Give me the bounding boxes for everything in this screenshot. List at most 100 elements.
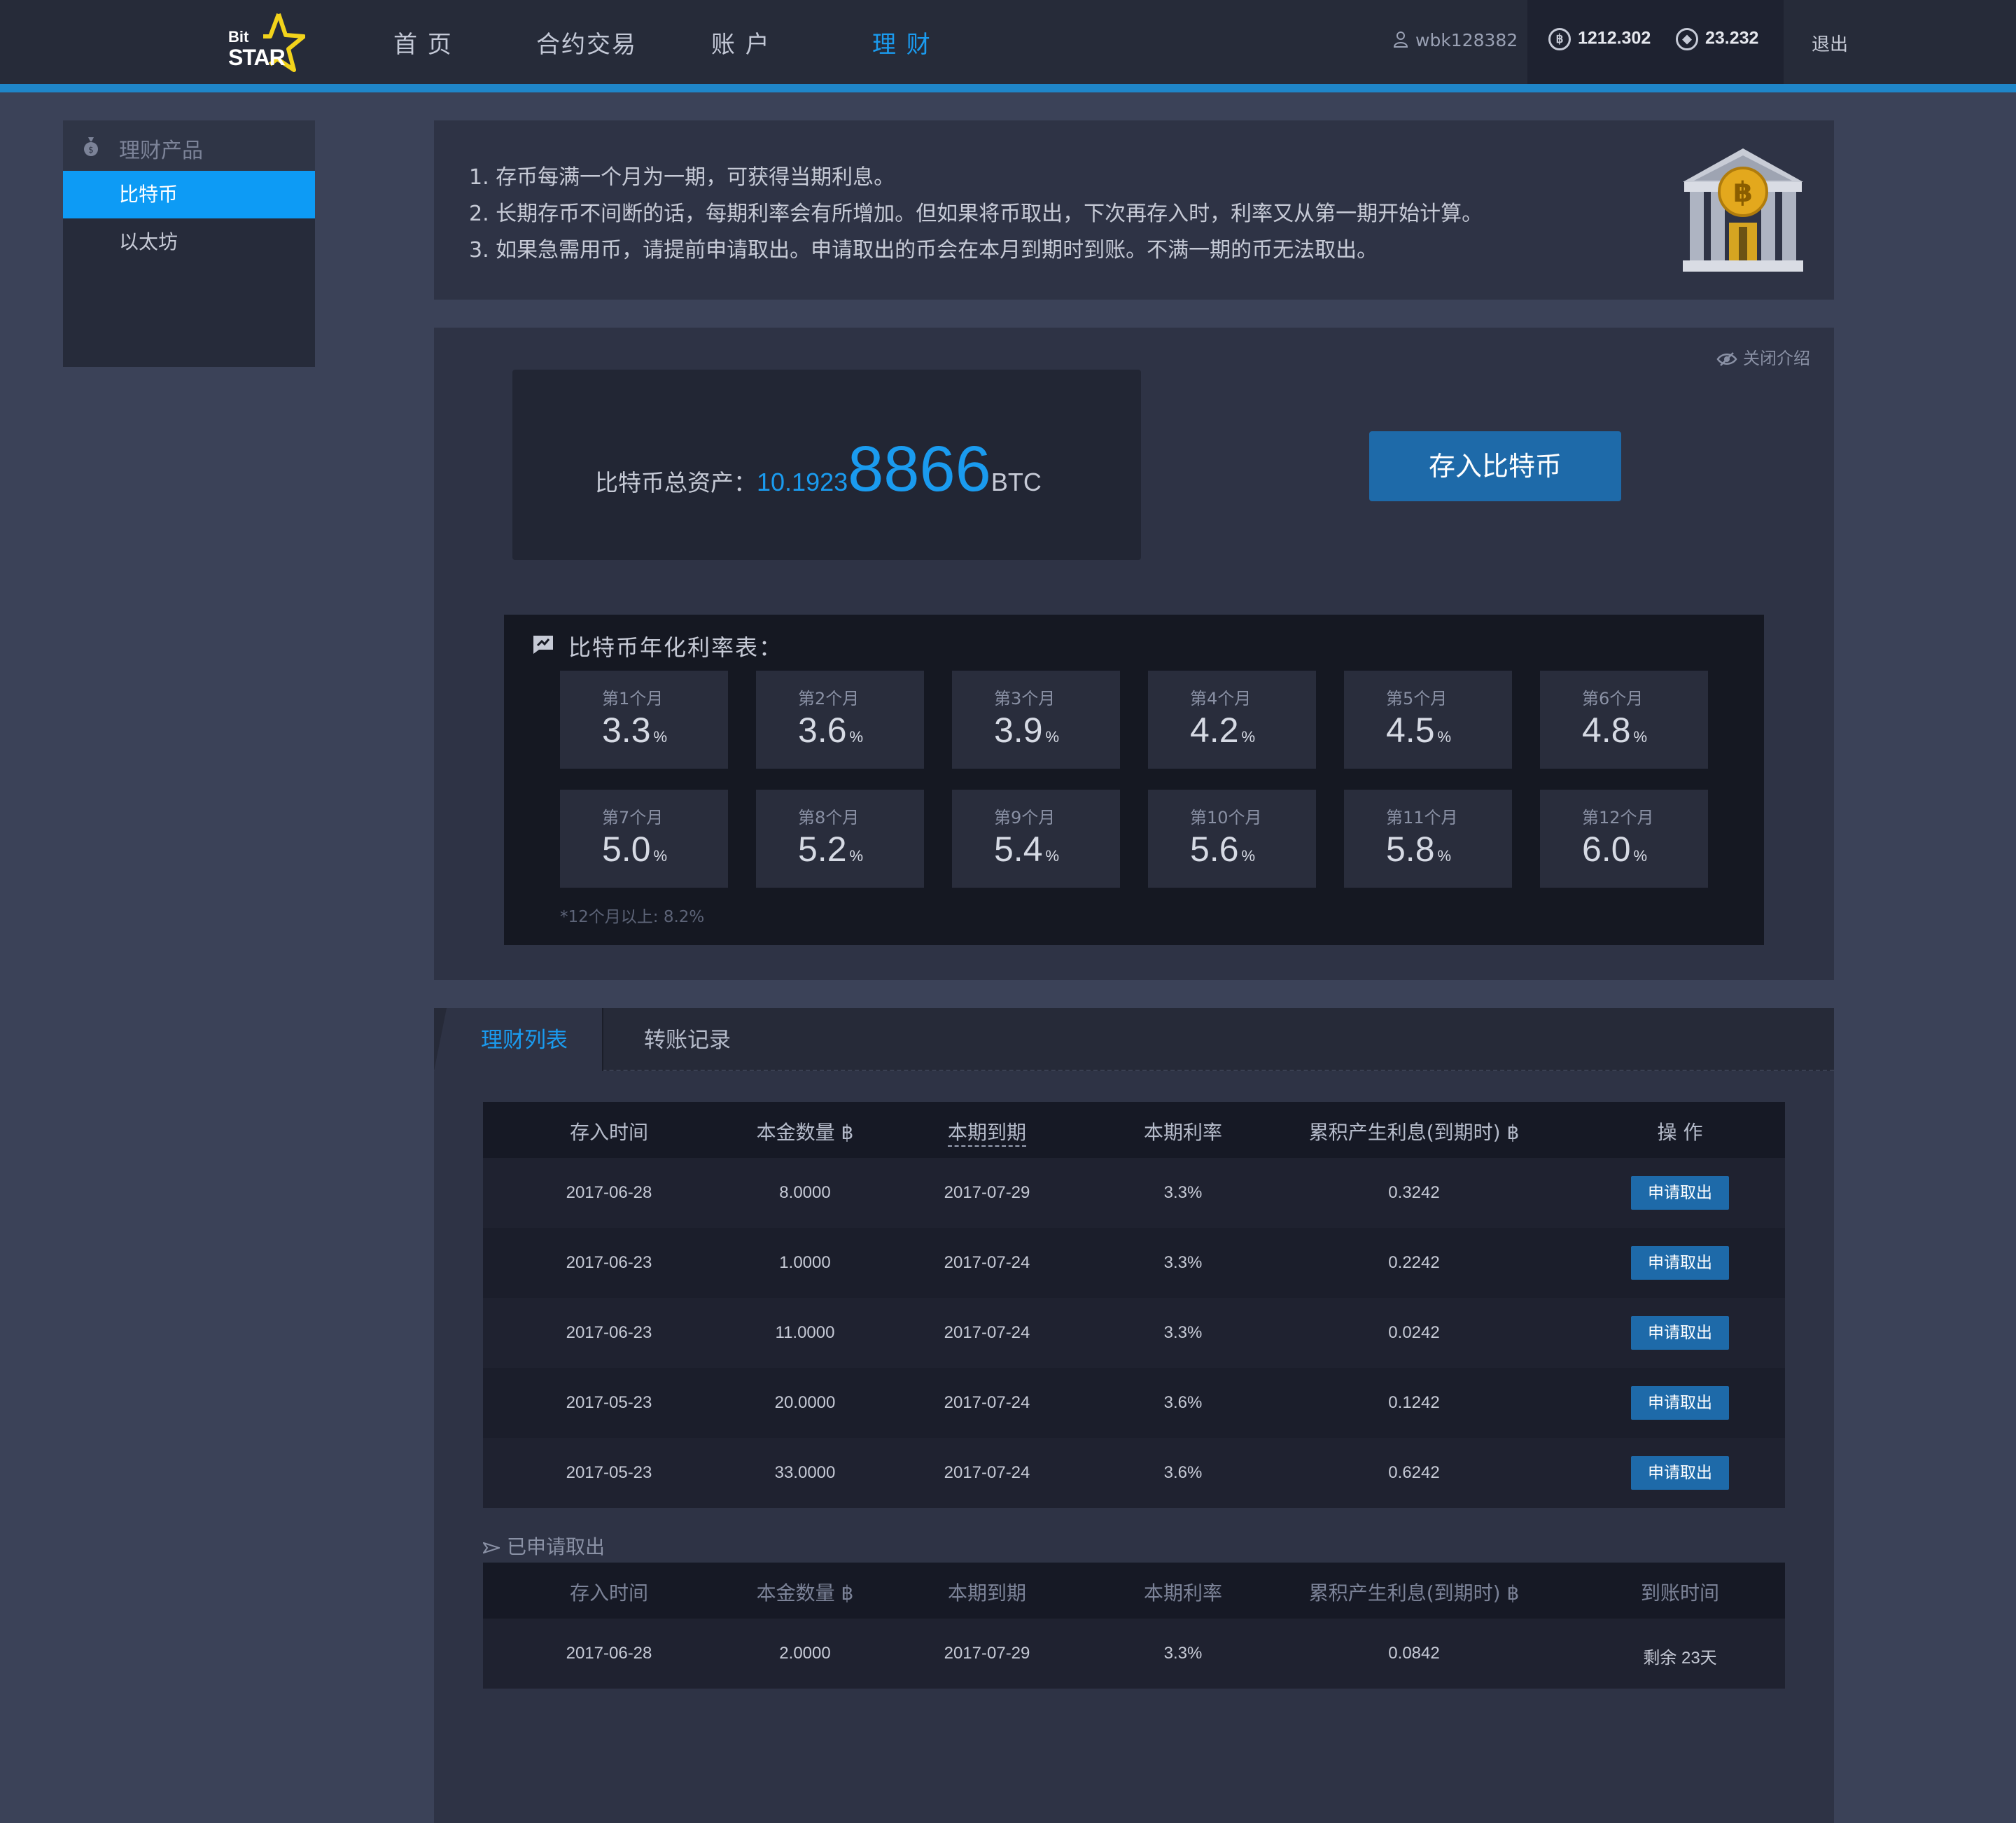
rate-value: 5.4% [994, 829, 1059, 869]
cell-principal: 2.0000 [779, 1644, 831, 1663]
rate-number: 4.5 [1386, 711, 1435, 750]
user-icon [1393, 31, 1408, 52]
user-info[interactable]: wbk128382 [1393, 30, 1518, 52]
rate-number: 3.3 [602, 711, 651, 750]
col-accrued-interest: 累积产生利息(到期时) ฿ [1308, 1581, 1520, 1605]
request-withdraw-button[interactable]: 申请取出 [1631, 1456, 1729, 1490]
cell-due-date: 2017-07-24 [944, 1463, 1030, 1482]
close-intro-button[interactable]: 关闭介绍 [1716, 344, 1810, 369]
cell-rate: 3.3% [1163, 1644, 1203, 1663]
request-withdraw-button[interactable]: 申请取出 [1631, 1246, 1729, 1280]
rate-cell: 第11个月 5.8% [1344, 790, 1512, 888]
rate-percent-sign: % [1241, 847, 1256, 865]
rate-percent-sign: % [1437, 728, 1452, 746]
cell-rate: 3.3% [1163, 1323, 1203, 1342]
bitcoin-bank-icon: ฿ [1680, 146, 1806, 277]
rate-percent-sign: % [1633, 728, 1648, 746]
rate-value: 5.2% [798, 829, 863, 869]
list-panel: 理财列表 转账记录 存入时间 本金数量 ฿ 本期到期 本期利率 累积产生利息(到… [434, 1008, 1834, 1823]
cell-principal: 33.0000 [774, 1463, 836, 1482]
money-bag-icon: $ [83, 136, 99, 160]
cell-deposit-time: 2017-05-23 [566, 1393, 652, 1412]
cell-deposit-time: 2017-06-28 [566, 1183, 652, 1202]
intro-line-1: 1. 存币每满一个月为一期，可获得当期利息。 [469, 165, 895, 190]
cell-deposit-time: 2017-06-23 [566, 1323, 652, 1342]
logout-link[interactable]: 退出 [1812, 30, 1848, 56]
rate-cell: 第5个月 4.5% [1344, 671, 1512, 769]
request-withdraw-button[interactable]: 申请取出 [1631, 1176, 1729, 1210]
nav-finance[interactable]: 理 财 [872, 25, 932, 60]
col-deposit-time: 存入时间 [569, 1581, 648, 1605]
cell-principal: 20.0000 [774, 1393, 836, 1412]
sidebar-item-ethereum[interactable]: 以太坊 [63, 218, 315, 266]
rate-month: 第6个月 [1582, 689, 1644, 708]
rate-cell: 第10个月 5.6% [1148, 790, 1316, 888]
sidebar-item-bitcoin[interactable]: 比特币 [63, 171, 315, 218]
tab-transfer-records[interactable]: 转账记录 [602, 1008, 771, 1071]
cell-principal: 1.0000 [779, 1253, 831, 1272]
intro-panel: 1. 存币每满一个月为一期，可获得当期利息。 2. 长期存币不间断的话，每期利率… [434, 120, 1834, 300]
rate-percent-sign: % [1633, 847, 1648, 865]
rate-number: 5.8 [1386, 830, 1435, 869]
col-action: 操 作 [1657, 1121, 1703, 1144]
cell-deposit-time: 2017-06-23 [566, 1253, 652, 1272]
bitstar-logo[interactable]: Bit STAR [228, 11, 305, 74]
table-row: 2017-06-23 1.0000 2017-07-24 3.3% 0.2242 申请取出 [483, 1228, 1785, 1298]
rate-month: 第5个月 [1386, 689, 1448, 708]
chart-note-icon [532, 634, 554, 657]
rate-cell: 第6个月 4.8% [1540, 671, 1708, 769]
tab-finance-list[interactable]: 理财列表 [447, 1008, 602, 1071]
header-accent-line [0, 84, 2016, 92]
rate-cell: 第7个月 5.0% [560, 790, 728, 888]
send-arrow-icon [482, 1542, 502, 1554]
col-principal: 本金数量 ฿ [756, 1121, 854, 1144]
total-assets-unit: BTC [990, 468, 1042, 496]
rate-note: *12个月以上: 8.2% [560, 908, 705, 926]
intro-line-3: 3. 如果急需用币，请提前申请取出。申请取出的币会在本月到期时到账。不满一期的币… [469, 238, 1378, 263]
rate-percent-sign: % [1241, 728, 1256, 746]
rate-percent-sign: % [1437, 847, 1452, 865]
rate-month: 第7个月 [602, 808, 664, 827]
cell-rate: 3.6% [1163, 1393, 1203, 1412]
rate-number: 5.6 [1190, 830, 1239, 869]
rate-cell: 第3个月 3.9% [952, 671, 1120, 769]
cell-accrued-interest: 0.0242 [1388, 1323, 1440, 1342]
cell-arrival-time: 剩余 23天 [1643, 1649, 1717, 1668]
rate-value: 5.0% [602, 829, 667, 869]
cell-accrued-interest: 0.1242 [1388, 1393, 1440, 1412]
rate-percent-sign: % [653, 847, 668, 865]
request-withdraw-button[interactable]: 申请取出 [1631, 1386, 1729, 1420]
intro-line-2: 2. 长期存币不间断的话，每期利率会有所增加。但如果将币取出，下次再存入时，利率… [469, 202, 1483, 226]
svg-text:฿: ฿ [1733, 176, 1753, 209]
col-due-date[interactable]: 本期到期 [931, 1117, 1043, 1147]
total-assets: 比特币总资产：10.19238866BTC [595, 433, 1042, 506]
rate-month: 第12个月 [1582, 808, 1654, 827]
deposit-bitcoin-button[interactable]: 存入比特币 [1369, 431, 1621, 501]
cell-deposit-time: 2017-05-23 [566, 1463, 652, 1482]
eye-hide-icon [1716, 352, 1737, 366]
rate-value: 3.6% [798, 710, 863, 750]
table-row: 2017-05-23 33.0000 2017-07-24 3.6% 0.6242 申请取… [483, 1438, 1785, 1508]
nav-contract-trading[interactable]: 合约交易 [536, 25, 637, 60]
table-row: 2017-06-23 11.0000 2017-07-24 3.3% 0.0242 申请取… [483, 1298, 1785, 1368]
sidebar: $ 理财产品 比特币 以太坊 [63, 120, 315, 367]
tab-slant [434, 1008, 447, 1071]
applied-section-title-text: 已申请取出 [507, 1535, 606, 1558]
logo-text-bit: Bit [228, 28, 249, 46]
cell-accrued-interest: 0.0842 [1388, 1644, 1440, 1663]
rate-month: 第9个月 [994, 808, 1056, 827]
col-principal: 本金数量 ฿ [756, 1581, 854, 1605]
main-panel: 关闭介绍 比特币总资产：10.19238866BTC 存入比特币 比特币年化利率… [434, 328, 1834, 980]
col-due-date: 本期到期 [947, 1581, 1026, 1605]
total-assets-big: 8866 [848, 433, 991, 505]
rate-cell: 第1个月 3.3% [560, 671, 728, 769]
nav-home[interactable]: 首 页 [393, 25, 453, 60]
cell-due-date: 2017-07-29 [944, 1644, 1030, 1663]
request-withdraw-button[interactable]: 申请取出 [1631, 1316, 1729, 1350]
total-assets-label: 比特币总资产： [595, 469, 757, 496]
finance-list-table: 存入时间 本金数量 ฿ 本期到期 本期利率 累积产生利息(到期时) ฿ 操 作 … [483, 1102, 1785, 1508]
rate-number: 4.8 [1582, 711, 1631, 750]
nav-account[interactable]: 账 户 [711, 25, 771, 60]
rate-month: 第1个月 [602, 689, 664, 708]
col-arrival-time: 到账时间 [1640, 1581, 1719, 1605]
